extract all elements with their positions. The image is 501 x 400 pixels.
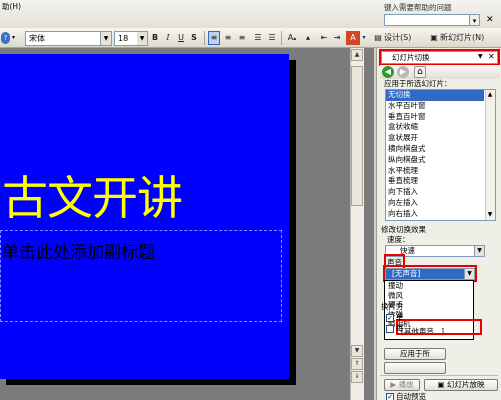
new-slide-button[interactable]: 新幻灯片(N) xyxy=(440,31,500,45)
list-item[interactable]: 水平百叶窗 xyxy=(386,101,484,112)
chevron-down-icon[interactable]: ▾ xyxy=(470,14,480,26)
menu-help[interactable]: 助(H) xyxy=(2,2,21,12)
divider xyxy=(380,375,498,376)
apply-master-button[interactable] xyxy=(384,362,446,374)
font-name-combo[interactable]: 宋体 xyxy=(25,31,101,46)
list-item[interactable]: 垂直百叶窗 xyxy=(386,112,484,123)
scroll-down-icon[interactable]: ▼ xyxy=(486,211,494,219)
home-icon[interactable]: ⌂ xyxy=(414,66,426,78)
modify-transition-label: 修改切换效果 xyxy=(381,225,426,234)
next-slide-icon[interactable]: ⇓ xyxy=(351,371,363,383)
on-click-label: 单 xyxy=(396,313,404,322)
help-hint-label: 键入需要帮助的问题 xyxy=(384,3,452,12)
align-left-icon[interactable]: ≡ xyxy=(208,31,220,45)
numbered-list-icon[interactable]: ☰ xyxy=(252,31,264,45)
increase-indent-icon[interactable]: ⇥ xyxy=(331,31,343,45)
previous-slide-icon[interactable]: ⇑ xyxy=(351,358,363,370)
slide-title[interactable]: 古文开讲 xyxy=(0,168,289,228)
advance-slide-label: 换片方 xyxy=(381,302,403,311)
list-item[interactable]: 向右插入 xyxy=(386,209,484,220)
chevron-down-icon[interactable]: ▼ xyxy=(101,31,112,46)
slideshow-icon: ▣ xyxy=(437,380,447,389)
bulleted-list-icon[interactable]: ☰ xyxy=(266,31,278,45)
toolbar-divider xyxy=(281,31,282,45)
scroll-up-icon[interactable]: ▲ xyxy=(486,91,494,99)
new-slide-icon[interactable]: ▣ xyxy=(428,31,440,45)
list-item[interactable]: 无切换 xyxy=(386,90,484,101)
shadow-button[interactable]: S xyxy=(189,31,199,45)
align-center-icon[interactable]: ≡ xyxy=(222,31,234,45)
play-button[interactable]: ▶ 播放 xyxy=(384,379,420,391)
checkbox[interactable]: ✓ xyxy=(386,393,394,400)
autopreview-label: 自动预览 xyxy=(396,392,426,400)
font-size-combo[interactable]: 18 xyxy=(114,31,138,46)
list-item[interactable]: 盒状收缩 xyxy=(386,122,484,133)
checkbox[interactable] xyxy=(386,325,394,333)
italic-button[interactable]: I xyxy=(163,31,173,45)
scrollbar-thumb[interactable] xyxy=(351,66,363,206)
design-button[interactable]: 设计(S) xyxy=(384,31,424,45)
toolbar-divider xyxy=(204,31,205,45)
list-item[interactable]: 横向棋盘式 xyxy=(386,144,484,155)
list-item[interactable]: 撞动 xyxy=(386,281,466,291)
forward-icon[interactable]: ▶ xyxy=(397,66,409,78)
decrease-font-size-icon[interactable]: ▴ xyxy=(301,31,315,45)
list-item[interactable]: 向左插入 xyxy=(386,198,484,209)
toolbar-options-icon[interactable]: ▾ xyxy=(12,34,18,42)
highlight-box xyxy=(396,319,482,335)
scroll-down-icon[interactable]: ▼ xyxy=(351,345,363,357)
apply-all-button[interactable]: 应用于所 xyxy=(384,348,446,360)
list-item[interactable]: 垂直梳理 xyxy=(386,176,484,187)
checkbox[interactable]: ✓ xyxy=(386,314,394,322)
list-scrollbar[interactable] xyxy=(485,90,495,220)
close-icon[interactable]: ✕ xyxy=(486,15,496,25)
increase-font-size-icon[interactable]: A▴ xyxy=(284,31,300,45)
back-icon[interactable]: ◀ xyxy=(382,66,394,78)
speed-label: 速度： xyxy=(387,235,410,244)
chevron-down-icon[interactable]: ▼ xyxy=(137,31,148,46)
align-right-icon[interactable]: ≡ xyxy=(236,31,248,45)
help-search-input[interactable] xyxy=(384,14,470,26)
list-item[interactable]: 水平梳理 xyxy=(386,166,484,177)
scroll-up-icon[interactable]: ▲ xyxy=(351,49,363,61)
chevron-down-icon[interactable]: ▼ xyxy=(475,245,485,257)
list-item[interactable]: 盒状展开 xyxy=(386,133,484,144)
design-icon[interactable]: ▤ xyxy=(372,31,384,45)
list-item[interactable]: 纵向棋盘式 xyxy=(386,155,484,166)
chevron-down-icon[interactable]: ▼ xyxy=(478,52,486,62)
chevron-down-icon[interactable]: ▾ xyxy=(360,31,368,45)
help-icon[interactable]: ? xyxy=(1,32,10,44)
apply-label: 应用于所选幻灯片： xyxy=(384,79,452,88)
underline-button[interactable]: U xyxy=(176,31,186,45)
play-icon: ▶ xyxy=(390,380,399,389)
bold-button[interactable]: B xyxy=(150,31,160,45)
font-color-icon[interactable]: A xyxy=(346,31,360,45)
close-icon[interactable]: ✕ xyxy=(488,51,497,62)
auto-advance-label: 每 xyxy=(396,324,404,333)
slideshow-button[interactable]: ▣ 幻灯片放映 xyxy=(424,379,498,391)
list-item[interactable]: 向下插入 xyxy=(386,187,484,198)
slide-subtitle[interactable]: 单击此处添加副标题 xyxy=(2,238,202,263)
decrease-indent-icon[interactable]: ⇤ xyxy=(318,31,330,45)
